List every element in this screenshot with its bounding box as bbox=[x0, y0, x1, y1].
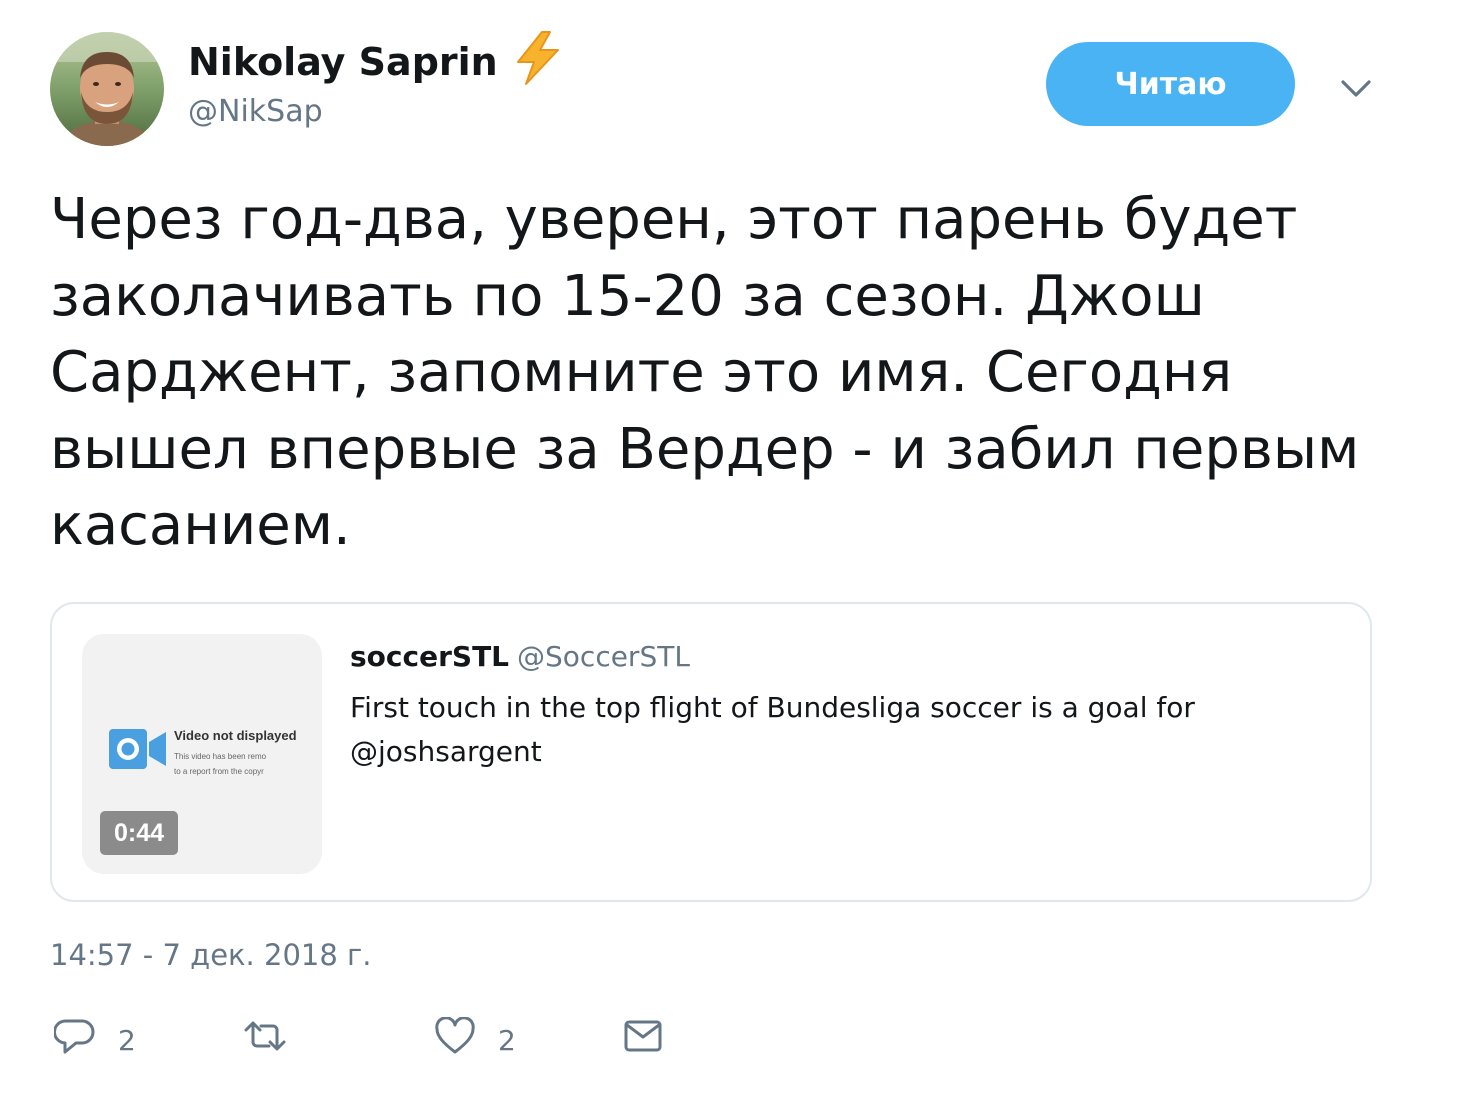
quoted-mention-link[interactable]: @joshsargent bbox=[350, 735, 542, 768]
video-notice-line-2: to a report from the copyr bbox=[174, 767, 264, 776]
avatar-image bbox=[50, 32, 164, 146]
direct-message-button[interactable] bbox=[622, 1016, 664, 1056]
reply-button[interactable]: 2 bbox=[54, 1016, 136, 1057]
avatar[interactable] bbox=[50, 32, 164, 146]
video-notice-title: Video not displayed bbox=[174, 728, 297, 743]
quoted-tweet-header: soccerSTL @SoccerSTL bbox=[350, 640, 690, 673]
author-display-name[interactable]: Nikolay Saprin bbox=[188, 40, 498, 84]
tweet: Nikolay Saprin @NikSap Читаю Через год-д… bbox=[0, 0, 1460, 1110]
retweet-icon bbox=[242, 1016, 288, 1056]
quoted-author-handle: @SoccerSTL bbox=[517, 640, 690, 673]
tweet-text: Через год-два, уверен, этот парень будет… bbox=[50, 187, 1360, 558]
video-notice-line-1: This video has been remo bbox=[174, 752, 267, 761]
retweet-button[interactable] bbox=[242, 1016, 288, 1056]
envelope-icon bbox=[622, 1016, 664, 1056]
like-button[interactable]: 2 bbox=[434, 1016, 516, 1057]
heart-icon bbox=[434, 1016, 476, 1057]
quoted-tweet-text: First touch in the top flight of Bundesl… bbox=[350, 686, 1310, 774]
reply-count: 2 bbox=[118, 1024, 136, 1057]
author-name-row: Nikolay Saprin bbox=[188, 31, 564, 86]
high-voltage-icon bbox=[512, 30, 564, 86]
chevron-down-icon[interactable] bbox=[1336, 70, 1376, 106]
tweet-timestamp[interactable]: 14:57 - 7 дек. 2018 г. bbox=[50, 938, 371, 972]
like-count: 2 bbox=[498, 1024, 516, 1057]
video-camera-icon bbox=[108, 724, 168, 774]
quoted-author-name: soccerSTL bbox=[350, 640, 510, 673]
quoted-video-thumbnail[interactable]: Video not displayed This video has been … bbox=[82, 634, 322, 874]
reply-icon bbox=[54, 1017, 96, 1057]
quoted-tweet-text-line-1: First touch in the top flight of Bundesl… bbox=[350, 691, 1195, 724]
quoted-tweet-card[interactable]: Video not displayed This video has been … bbox=[50, 602, 1372, 902]
author-handle[interactable]: @NikSap bbox=[188, 94, 323, 129]
following-button[interactable]: Читаю bbox=[1046, 42, 1295, 126]
video-duration-badge: 0:44 bbox=[100, 811, 178, 855]
